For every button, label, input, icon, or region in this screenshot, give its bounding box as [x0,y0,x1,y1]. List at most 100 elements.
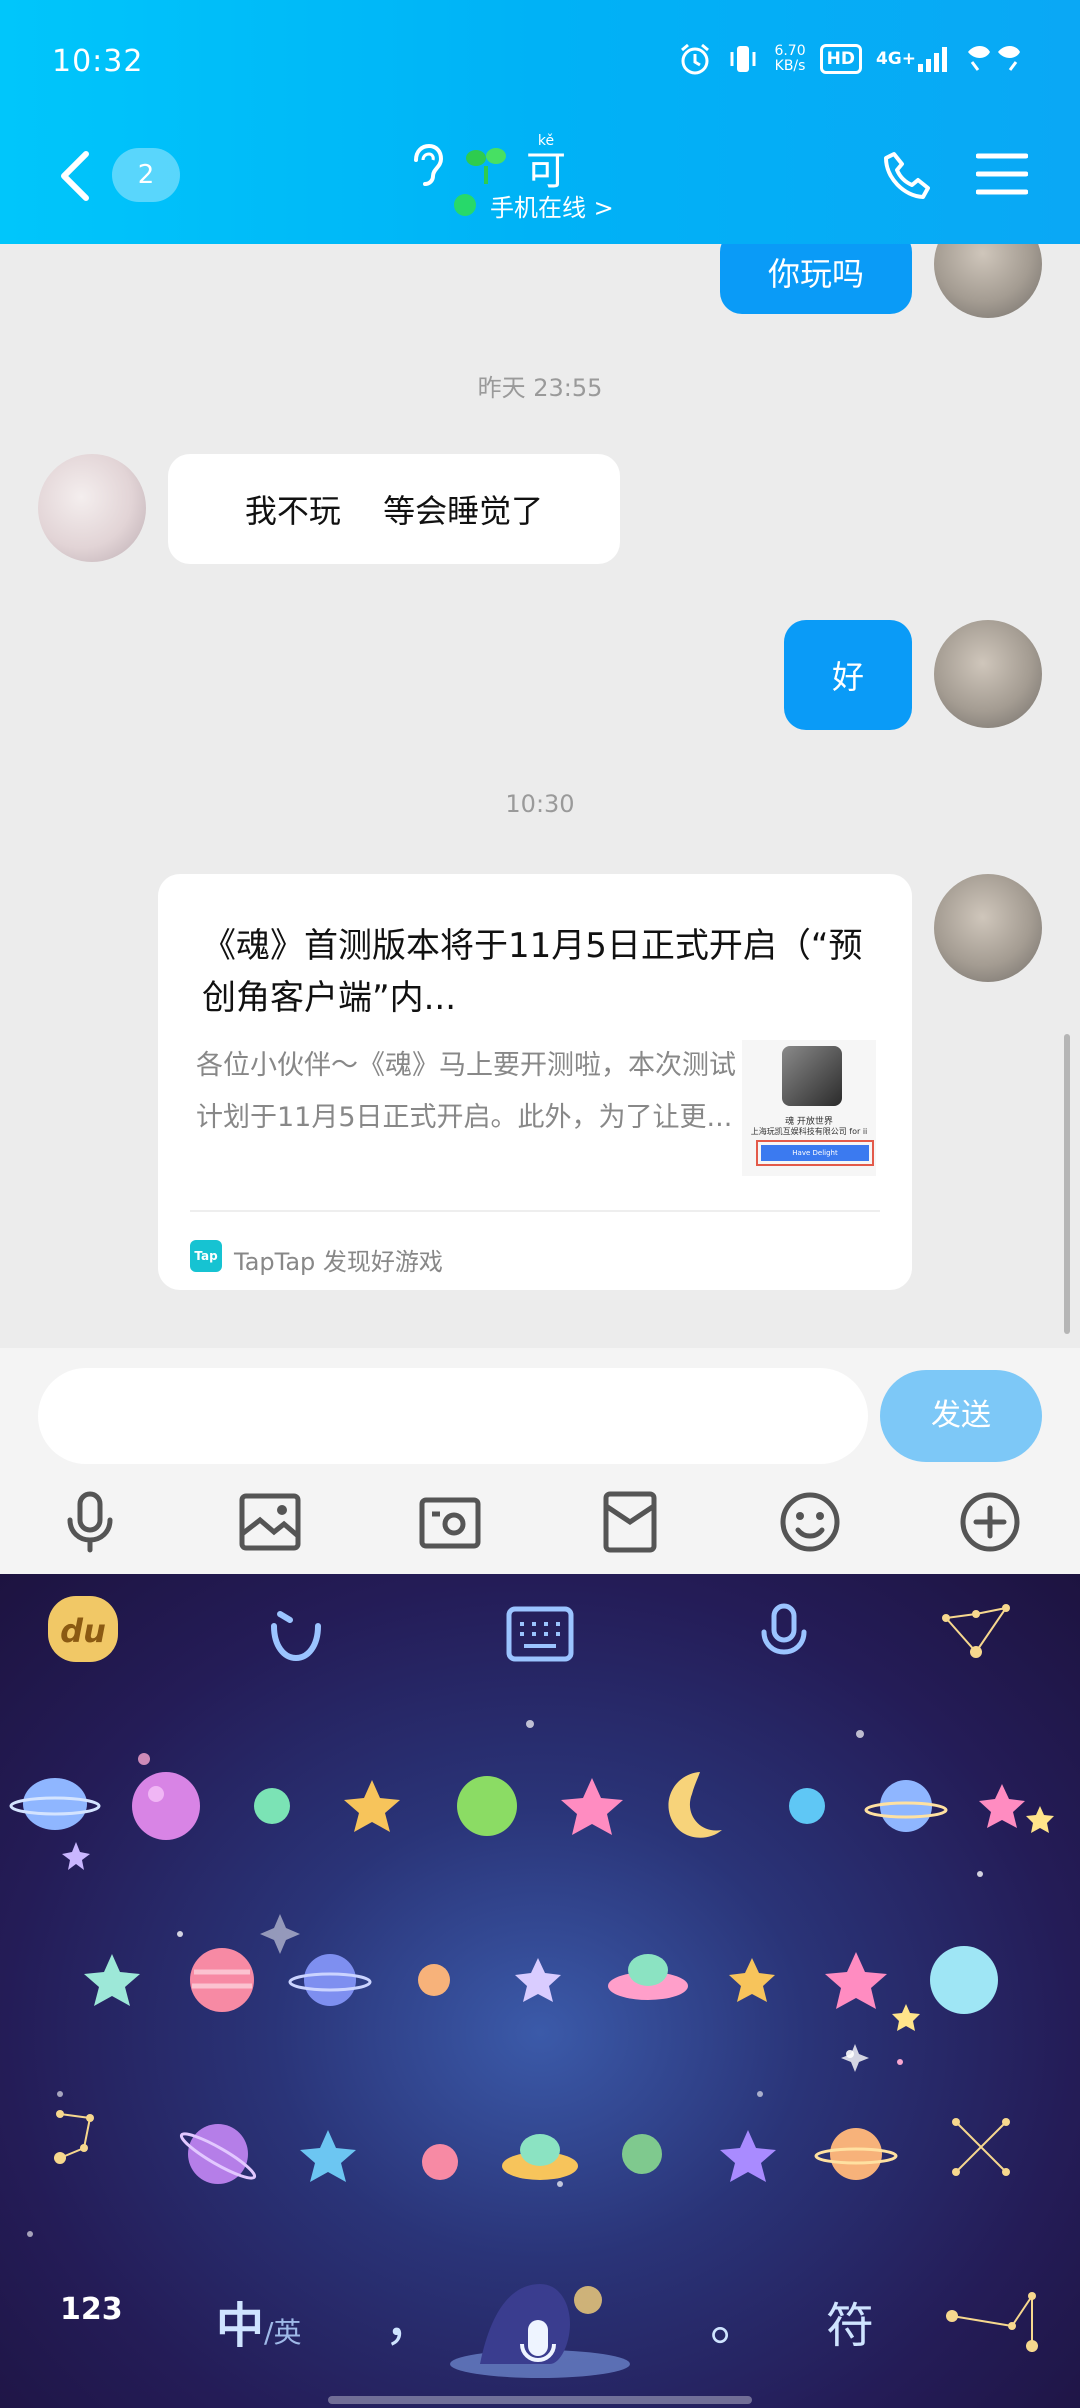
shared-link-card[interactable]: 《魂》首测版本将于11月5日正式开启（“预创角客户端”内... 各位小伙伴～《魂… [158,874,912,1290]
net-speed: 6.70 KB/s [774,44,805,74]
card-description: 各位小伙伴～《魂》马上要开测啦，本次测试计划于11月5日正式开启。此外，为了让更… [196,1050,736,1133]
contact-avatar[interactable] [38,454,146,562]
wechat-status-icon [964,42,1024,76]
voice-call-button[interactable] [880,148,936,204]
camera-button[interactable] [410,1482,490,1562]
voice-input-button[interactable] [50,1482,130,1562]
back-chevron-icon [61,151,89,201]
key-comma[interactable]: ， [384,2280,436,2355]
key-star[interactable] [62,1842,90,1870]
status-icons: 6.70 KB/s HD 4G+ [678,42,1024,76]
emoji-button[interactable] [770,1482,850,1562]
key-star[interactable] [825,1952,887,2009]
online-status-dot [454,194,476,216]
contact-name: kě 可 [526,134,566,194]
emoji-icon [780,1492,840,1552]
key-symbols[interactable]: 符 [826,2286,874,2356]
message-input[interactable] [38,1368,868,1464]
unread-count-badge[interactable]: 2 [112,148,180,202]
phone-icon [884,152,930,199]
key-constellation[interactable] [952,2118,1010,2176]
chat-messages[interactable]: 你玩吗 昨天 23:55 我不玩 等会睡觉了 好 10:30 《魂》首测版本将于… [0,244,1080,1348]
back-button[interactable] [56,148,96,204]
microphone-icon [67,1491,113,1553]
send-button[interactable]: 发送 [880,1370,1042,1462]
ime-keyboard: du 123 中/英 ， 。 符 [0,1574,1080,2408]
key-star[interactable] [84,1954,140,2006]
contact-title[interactable]: kě 可 手机在线 > [400,134,700,234]
camera-icon [419,1497,481,1549]
menu-icon [975,153,1029,195]
key-star[interactable] [720,2130,776,2182]
key-delete[interactable] [946,2290,1046,2354]
card-divider [190,1210,880,1212]
key-planet[interactable] [789,1788,825,1824]
timestamp: 10:30 [505,790,575,818]
message-text: 我不玩 等会睡觉了 [244,492,544,530]
key-numbers[interactable]: 123 [60,2292,123,2327]
timestamp: 昨天 23:55 [477,374,603,402]
game-logo-icon [782,1046,842,1106]
message-text: 你玩吗 [767,255,864,293]
key-star[interactable] [300,2130,356,2182]
key-star[interactable] [729,1958,775,2002]
chat-scrollbar[interactable] [1064,1034,1070,1334]
message-bubble-mine[interactable]: 好 [784,620,912,730]
key-planet[interactable] [457,1776,517,1836]
key-star[interactable] [561,1778,623,1835]
hd-badge: HD [819,44,862,74]
key-en-label: /英 [264,2316,302,2349]
key-ufo[interactable] [608,1954,688,2000]
key-planet[interactable] [178,2124,259,2184]
more-functions-button[interactable] [950,1482,1030,1562]
key-period[interactable]: 。 [710,2280,762,2355]
key-planet[interactable] [190,1948,254,2012]
more-menu-button[interactable] [975,152,1029,196]
my-avatar[interactable] [934,244,1042,318]
message-bubble-mine[interactable]: 你玩吗 [720,244,912,314]
alarm-icon [678,42,712,76]
my-avatar[interactable] [934,620,1042,728]
net-speed-value: 6.70 [774,43,806,59]
home-indicator[interactable] [328,2396,752,2404]
key-star[interactable] [1026,1806,1054,1833]
status-bar: 10:32 6.70 KB/s HD 4G+ [0,0,1080,124]
chat-header: 10:32 6.70 KB/s HD 4G+ 2 kě 可 手机在线 > [0,0,1080,244]
key-language-switch[interactable]: 中/英 [216,2286,301,2356]
key-planet[interactable] [288,1954,372,2006]
key-star[interactable] [979,1784,1025,1828]
signal-label: 4G+ [875,49,916,69]
message-bubble-other[interactable]: 我不玩 等会睡觉了 [168,454,620,564]
message-text: 好 [831,658,864,696]
key-planet[interactable] [814,2128,898,2180]
taptap-icon: Tap [190,1240,222,1272]
key-planet[interactable] [418,1964,450,1996]
photo-button[interactable] [230,1482,310,1562]
sprout-icon [466,148,506,184]
key-moon[interactable] [668,1772,722,1838]
red-packet-button[interactable] [590,1482,670,1562]
vibrate-icon [726,42,760,76]
key-zh-label: 中 [216,2298,265,2354]
key-planet[interactable] [422,2144,458,2180]
key-star[interactable] [344,1780,400,1832]
key-planet[interactable] [864,1780,948,1832]
thumb-company: 上海玩凯互娱科技有限公司 for ii [750,1127,868,1136]
key-star[interactable] [892,2004,920,2031]
thumb-button: Have Delight [756,1140,874,1166]
key-planet[interactable] [930,1946,998,2014]
plus-icon [960,1492,1020,1552]
key-star[interactable] [515,1958,561,2002]
input-bar: 发送 [0,1348,1080,1574]
key-planet[interactable] [9,1778,101,1830]
card-thumbnail: 魂 开放世界 上海玩凯互娱科技有限公司 for ii Have Delight [742,1040,876,1176]
red-packet-icon [603,1491,657,1553]
key-ufo[interactable] [502,2134,578,2180]
key-space[interactable] [440,2264,640,2384]
key-planet[interactable] [132,1772,200,1840]
key-planet[interactable] [254,1788,290,1824]
key-constellation[interactable] [54,2110,94,2164]
girl-illustration-icon [450,2284,630,2378]
key-planet[interactable] [622,2134,662,2174]
my-avatar[interactable] [934,874,1042,982]
